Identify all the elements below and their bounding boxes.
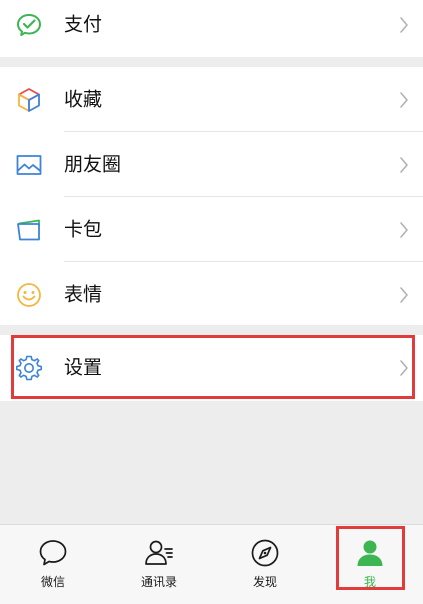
features-group: 收藏 朋友圈 卡包 表情 [0,67,423,325]
pay-group: 支付 [0,0,423,57]
card-wallet-icon [17,219,40,240]
wechat-pay-icon [17,13,41,36]
tab-discover-label: 发现 [252,575,277,589]
menu-item-settings-label: 设置 [64,356,103,379]
chat-bubble-icon [39,540,67,566]
chevron-right-icon [400,221,408,238]
person-icon [357,540,383,566]
tab-chats[interactable]: 微信 [0,525,106,604]
smiley-icon [17,282,41,307]
chevron-right-icon [400,286,408,303]
tab-me[interactable]: 我 [317,525,423,604]
gear-icon [16,355,42,381]
settings-group: 设置 [0,335,423,401]
menu-item-stickers-label: 表情 [64,283,103,305]
menu-item-moments[interactable]: 朋友圈 [0,132,423,197]
menu-item-pay[interactable]: 支付 [0,0,423,57]
chevron-right-icon [400,360,408,376]
menu-item-pay-label: 支付 [64,13,103,35]
chevron-right-icon [400,16,408,33]
menu-item-cards[interactable]: 卡包 [0,197,423,262]
contacts-icon [145,540,173,565]
cube-favorites-icon [18,87,40,112]
menu-item-favorites-label: 收藏 [64,88,103,110]
tab-me-label: 我 [363,575,376,589]
tab-contacts-label: 通讯录 [140,575,177,589]
tab-chats-label: 微信 [40,575,65,589]
menu-item-stickers[interactable]: 表情 [0,262,423,327]
tab-contacts[interactable]: 通讯录 [106,525,212,604]
photo-landscape-icon [16,154,42,175]
menu-item-moments-label: 朋友圈 [64,153,122,175]
chevron-right-icon [400,91,408,108]
menu-item-favorites[interactable]: 收藏 [0,67,423,132]
bottom-tab-bar: 微信 通讯录 发现 我 [0,524,423,604]
tab-discover[interactable]: 发现 [212,525,318,604]
chevron-right-icon [400,156,408,173]
menu-item-settings[interactable]: 设置 [0,335,423,401]
compass-icon [251,539,279,567]
menu-item-cards-label: 卡包 [64,218,103,240]
